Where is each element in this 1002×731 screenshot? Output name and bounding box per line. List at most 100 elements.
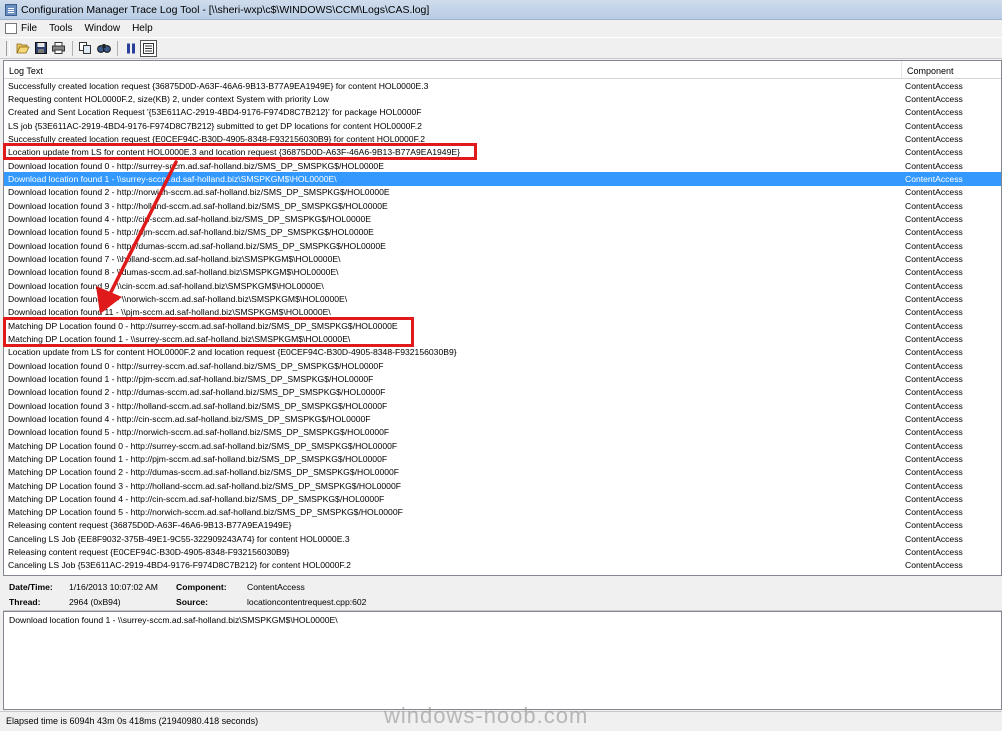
table-row[interactable]: Download location found 4 - http://cin-s… xyxy=(4,412,1001,425)
details-pane: Date/Time: 1/16/2013 10:07:02 AM Compone… xyxy=(3,577,1002,611)
table-row[interactable]: Download location found 4 - http://cin-s… xyxy=(4,212,1001,225)
log-text-cell: Download location found 7 - \\holland-sc… xyxy=(8,253,341,264)
table-row[interactable]: Matching DP Location found 3 - http://ho… xyxy=(4,479,1001,492)
table-row[interactable]: Download location found 1 - http://pjm-s… xyxy=(4,372,1001,385)
log-text-cell: Download location found 4 - http://cin-s… xyxy=(8,213,372,224)
log-text-cell: Canceling LS Job {EE8F9032-375B-49E1-9C5… xyxy=(8,533,350,544)
find-icon[interactable] xyxy=(95,40,112,57)
document-icon[interactable] xyxy=(5,22,17,34)
table-row[interactable]: Download location found 1 - \\surrey-scc… xyxy=(4,172,1001,186)
source-value: locationcontentrequest.cpp:602 xyxy=(247,597,367,607)
table-row[interactable]: Matching DP Location found 2 - http://du… xyxy=(4,466,1001,479)
table-row[interactable]: Download location found 0 - http://surre… xyxy=(4,359,1001,372)
window-title: Configuration Manager Trace Log Tool - [… xyxy=(21,3,430,16)
print-icon[interactable] xyxy=(50,40,67,57)
component-cell: ContentAccess xyxy=(905,467,963,478)
component-cell: ContentAccess xyxy=(905,107,963,118)
table-row[interactable]: Matching DP Location found 1 - http://pj… xyxy=(4,452,1001,465)
component-cell: ContentAccess xyxy=(905,360,963,371)
component-label: Component: xyxy=(176,582,227,592)
table-row[interactable]: Download location found 5 - http://pjm-s… xyxy=(4,226,1001,239)
table-row[interactable]: Download location found 2 - http://dumas… xyxy=(4,386,1001,399)
table-row[interactable]: Successfully created location request {3… xyxy=(4,79,1001,92)
table-row[interactable]: Location update from LS for content HOL0… xyxy=(4,346,1001,359)
log-text-cell: Canceling LS Job {53E611AC-2919-4BD4-917… xyxy=(8,560,351,571)
table-row[interactable]: Matching DP Location found 5 - http://no… xyxy=(4,506,1001,519)
table-row[interactable]: Download location found 5 - http://norwi… xyxy=(4,426,1001,439)
toolbar-separator xyxy=(117,40,118,56)
table-row[interactable]: Created and Sent Location Request '{53E6… xyxy=(4,106,1001,119)
component-cell: ContentAccess xyxy=(905,520,963,531)
component-cell: ContentAccess xyxy=(905,213,963,224)
log-text-cell: Download location found 6 - http://dumas… xyxy=(8,240,386,251)
component-cell: ContentAccess xyxy=(905,507,963,518)
component-cell: ContentAccess xyxy=(905,427,963,438)
list-header: Log Text Component xyxy=(4,61,1001,79)
save-icon[interactable] xyxy=(32,40,49,57)
log-text-cell: Matching DP Location found 0 - http://su… xyxy=(8,440,398,451)
table-row[interactable]: Download location found 3 - http://holla… xyxy=(4,199,1001,212)
message-pane[interactable]: Download location found 1 - \\surrey-scc… xyxy=(3,611,1002,710)
table-row[interactable]: Requesting content HOL0000F.2, size(KB) … xyxy=(4,92,1001,105)
log-text-cell: Download location found 9 - \\cin-sccm.a… xyxy=(8,280,324,291)
table-row[interactable]: Download location found 10 - \\norwich-s… xyxy=(4,292,1001,305)
toolbar xyxy=(0,37,1002,59)
log-text-cell: Created and Sent Location Request '{53E6… xyxy=(8,107,422,118)
message-text: Download location found 1 - \\surrey-scc… xyxy=(9,615,338,625)
component-value: ContentAccess xyxy=(247,582,305,592)
table-row[interactable]: Download location found 3 - http://holla… xyxy=(4,399,1001,412)
log-text-cell: Download location found 1 - \\surrey-scc… xyxy=(8,173,337,184)
app-icon xyxy=(5,3,17,16)
log-text-cell: Download location found 2 - http://norwi… xyxy=(8,187,390,198)
component-cell: ContentAccess xyxy=(905,240,963,251)
table-row[interactable]: Download location found 8 - \\dumas-sccm… xyxy=(4,266,1001,279)
toolbar-grip[interactable] xyxy=(6,40,10,56)
menu-help[interactable]: Help xyxy=(132,23,153,34)
column-header-log-text[interactable]: Log Text xyxy=(4,61,902,78)
table-row[interactable]: Download location found 0 - http://surre… xyxy=(4,159,1001,172)
menu-window[interactable]: Window xyxy=(84,23,120,34)
copy-icon[interactable] xyxy=(77,40,94,57)
component-cell: ContentAccess xyxy=(905,560,963,571)
component-cell: ContentAccess xyxy=(905,413,963,424)
open-icon[interactable] xyxy=(14,40,31,57)
component-cell: ContentAccess xyxy=(905,80,963,91)
table-row[interactable]: Download location found 2 - http://norwi… xyxy=(4,186,1001,199)
log-text-cell: Download location found 5 - http://norwi… xyxy=(8,427,390,438)
component-cell: ContentAccess xyxy=(905,400,963,411)
component-cell: ContentAccess xyxy=(905,320,963,331)
datetime-value: 1/16/2013 10:07:02 AM xyxy=(69,582,158,592)
component-cell: ContentAccess xyxy=(905,333,963,344)
table-row[interactable]: Download location found 7 - \\holland-sc… xyxy=(4,252,1001,265)
menu-tools[interactable]: Tools xyxy=(49,23,72,34)
log-text-cell: Matching DP Location found 4 - http://ci… xyxy=(8,493,385,504)
table-row[interactable]: Download location found 6 - http://dumas… xyxy=(4,239,1001,252)
log-text-cell: Matching DP Location found 5 - http://no… xyxy=(8,507,403,518)
component-cell: ContentAccess xyxy=(905,533,963,544)
table-row[interactable]: Matching DP Location found 4 - http://ci… xyxy=(4,492,1001,505)
table-row[interactable]: Matching DP Location found 0 - http://su… xyxy=(4,439,1001,452)
component-cell: ContentAccess xyxy=(905,347,963,358)
component-cell: ContentAccess xyxy=(905,440,963,451)
pause-icon[interactable] xyxy=(122,40,139,57)
column-header-component[interactable]: Component xyxy=(902,61,1001,78)
log-text-cell: Download location found 2 - http://dumas… xyxy=(8,387,386,398)
component-cell: ContentAccess xyxy=(905,373,963,384)
source-label: Source: xyxy=(176,597,208,607)
table-row[interactable]: Download location found 9 - \\cin-sccm.a… xyxy=(4,279,1001,292)
table-row[interactable]: Releasing content request {36875D0D-A63F… xyxy=(4,519,1001,532)
log-text-cell: Download location found 0 - http://surre… xyxy=(8,160,384,171)
table-row[interactable]: Canceling LS Job {53E611AC-2919-4BD4-917… xyxy=(4,559,1001,572)
table-row[interactable]: Releasing content request {E0CEF94C-B30D… xyxy=(4,545,1001,558)
component-cell: ContentAccess xyxy=(905,173,963,184)
menu-file[interactable]: File xyxy=(21,23,37,34)
menu-bar: File Tools Window Help xyxy=(0,20,1002,36)
log-text-cell: Requesting content HOL0000F.2, size(KB) … xyxy=(8,93,329,104)
table-row[interactable]: Canceling LS Job {EE8F9032-375B-49E1-9C5… xyxy=(4,532,1001,545)
highlight-icon[interactable] xyxy=(140,39,157,57)
log-text-cell: Location update from LS for content HOL0… xyxy=(8,347,457,358)
table-row[interactable]: LS job {53E611AC-2919-4BD4-9176-F974D8C7… xyxy=(4,119,1001,132)
component-cell: ContentAccess xyxy=(905,480,963,491)
log-text-cell: Successfully created location request {3… xyxy=(8,80,429,91)
title-bar: Configuration Manager Trace Log Tool - [… xyxy=(0,0,1002,20)
